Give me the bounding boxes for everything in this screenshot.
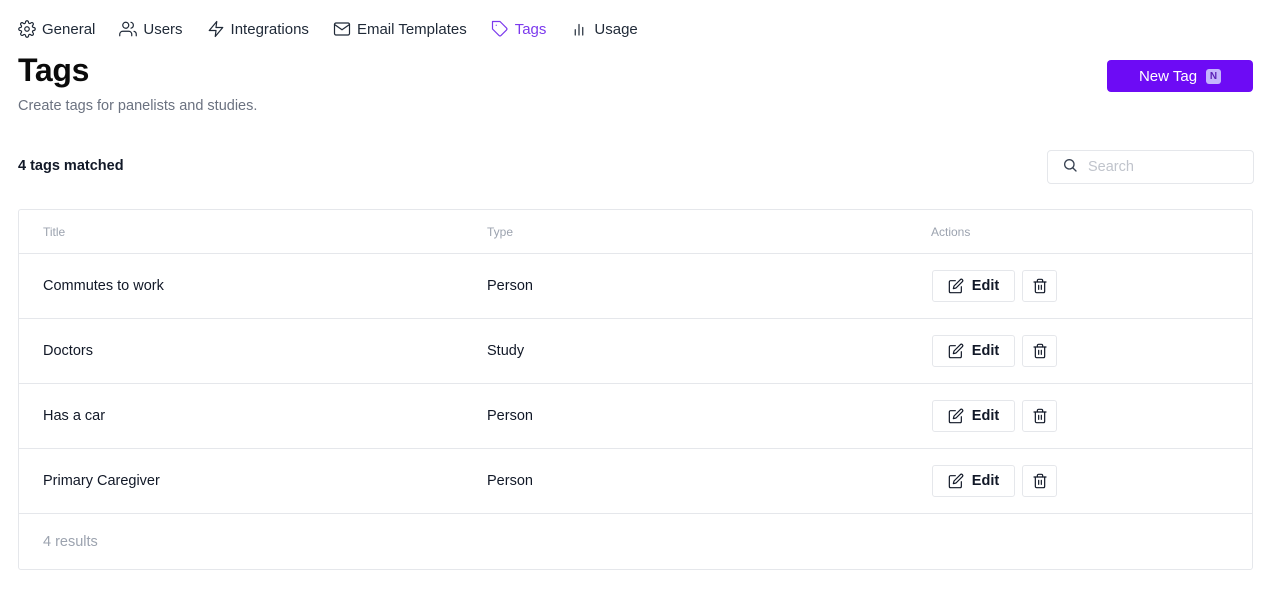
- column-header-type: Type: [487, 225, 514, 239]
- delete-button[interactable]: [1022, 270, 1057, 302]
- search-input[interactable]: [1088, 159, 1248, 175]
- search-icon: [1062, 157, 1078, 178]
- edit-button[interactable]: Edit: [932, 400, 1015, 432]
- edit-button[interactable]: Edit: [932, 465, 1015, 497]
- gear-icon: [18, 20, 36, 38]
- nav-item-email-templates[interactable]: Email Templates: [333, 20, 467, 38]
- settings-nav: General Users Integrations Email Templat…: [18, 18, 662, 40]
- envelope-icon: [333, 20, 351, 38]
- tags-table: Title Type Actions Commutes to work Pers…: [18, 209, 1253, 570]
- delete-button[interactable]: [1022, 400, 1057, 432]
- edit-label: Edit: [971, 473, 1000, 489]
- nav-label: Tags: [514, 20, 547, 38]
- page-subtitle: Create tags for panelists and studies.: [18, 98, 258, 114]
- tags-settings-page: General Users Integrations Email Templat…: [0, 0, 1272, 589]
- tag-type: Study: [487, 343, 525, 359]
- tag-type: Person: [487, 473, 533, 489]
- edit-label: Edit: [971, 343, 1000, 359]
- new-tag-button[interactable]: New Tag N: [1107, 60, 1253, 92]
- search-box: [1047, 150, 1254, 184]
- edit-icon: [948, 473, 964, 489]
- edit-icon: [948, 278, 964, 294]
- tag-title: Has a car: [43, 408, 106, 424]
- results-count: 4 results: [43, 534, 98, 550]
- table-row: Commutes to work Person Edit: [19, 254, 1252, 319]
- nav-item-integrations[interactable]: Integrations: [207, 20, 309, 38]
- nav-label: Usage: [594, 20, 638, 38]
- table-footer: 4 results: [19, 514, 1252, 569]
- new-tag-label: New Tag: [1138, 67, 1198, 85]
- trash-icon: [1032, 278, 1047, 294]
- edit-label: Edit: [971, 408, 1000, 424]
- edit-button[interactable]: Edit: [932, 335, 1015, 367]
- tags-count: 4 tags matched: [18, 158, 124, 174]
- nav-item-users[interactable]: Users: [119, 20, 183, 38]
- nav-label: Email Templates: [356, 20, 467, 38]
- tag-title: Primary Caregiver: [43, 473, 160, 489]
- delete-button[interactable]: [1022, 465, 1057, 497]
- lightning-icon: [207, 20, 225, 38]
- table-row: Has a car Person Edit: [19, 384, 1252, 449]
- nav-item-usage[interactable]: Usage: [570, 20, 638, 38]
- delete-button[interactable]: [1022, 335, 1057, 367]
- tag-type: Person: [487, 408, 533, 424]
- table-row: Primary Caregiver Person Edit: [19, 449, 1252, 514]
- trash-icon: [1032, 408, 1047, 424]
- nav-label: Users: [143, 20, 183, 38]
- trash-icon: [1032, 473, 1047, 489]
- keyboard-shortcut-badge: N: [1206, 68, 1222, 84]
- tag-type: Person: [487, 278, 533, 294]
- nav-label: General: [42, 20, 96, 38]
- nav-label: Integrations: [230, 20, 309, 38]
- tag-icon: [491, 20, 509, 38]
- table-header: Title Type Actions: [19, 210, 1252, 254]
- bar-chart-icon: [570, 20, 588, 38]
- edit-button[interactable]: Edit: [932, 270, 1015, 302]
- column-header-title: Title: [43, 225, 66, 239]
- table-row: Doctors Study Edit: [19, 319, 1252, 384]
- edit-icon: [948, 408, 964, 424]
- nav-item-general[interactable]: General: [18, 20, 95, 38]
- column-header-actions: Actions: [931, 225, 971, 239]
- page-title: Tags: [18, 52, 90, 88]
- edit-icon: [948, 343, 964, 359]
- trash-icon: [1032, 343, 1047, 359]
- edit-label: Edit: [971, 278, 1000, 294]
- tag-title: Commutes to work: [43, 278, 164, 294]
- tag-title: Doctors: [43, 343, 93, 359]
- users-icon: [119, 20, 138, 38]
- nav-item-tags[interactable]: Tags: [491, 20, 547, 38]
